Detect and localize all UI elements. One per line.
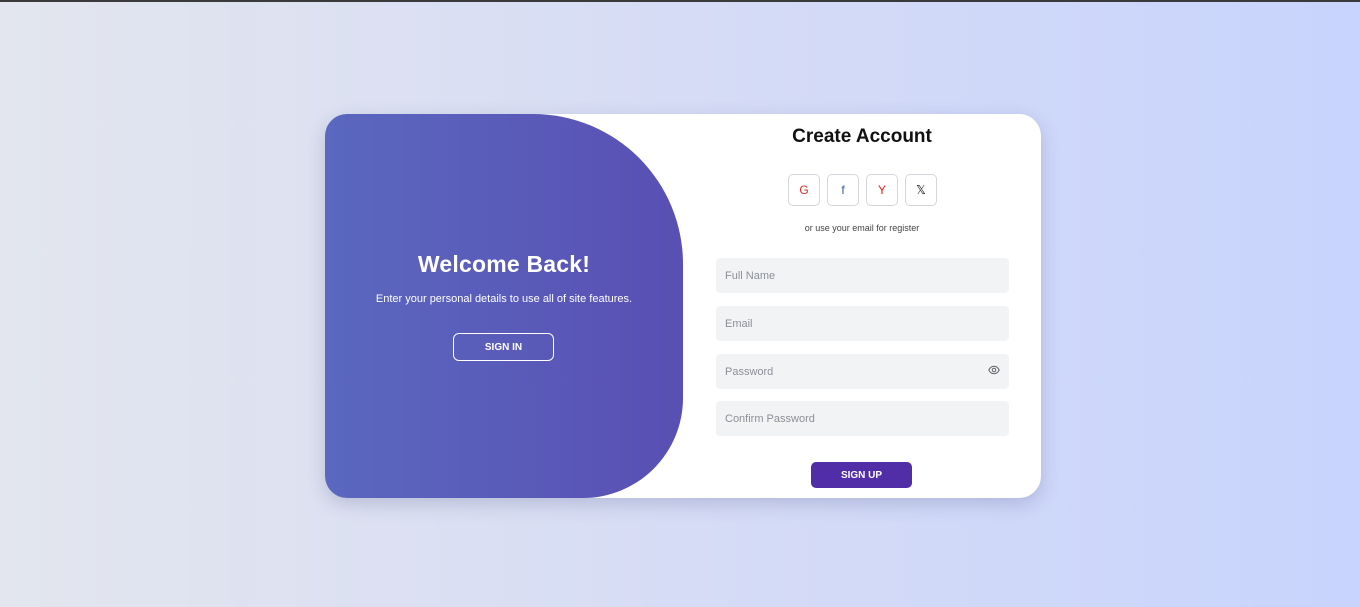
google-login-button[interactable]: G bbox=[788, 174, 820, 206]
auth-card: Welcome Back! Enter your personal detail… bbox=[325, 114, 1041, 498]
facebook-login-button[interactable]: f bbox=[827, 174, 859, 206]
welcome-panel: Welcome Back! Enter your personal detail… bbox=[325, 114, 683, 498]
sign-up-button[interactable]: SIGN UP bbox=[811, 462, 912, 488]
full-name-input[interactable] bbox=[716, 258, 1009, 293]
window-top-border bbox=[0, 0, 1360, 2]
x-icon: 𝕏 bbox=[916, 183, 926, 197]
x-login-button[interactable]: 𝕏 bbox=[905, 174, 937, 206]
show-password-eye-icon[interactable] bbox=[988, 364, 1000, 376]
yahoo-login-button[interactable]: Y bbox=[866, 174, 898, 206]
social-login-row: G f Y 𝕏 bbox=[788, 174, 937, 206]
google-icon: G bbox=[799, 183, 809, 197]
password-input[interactable] bbox=[716, 354, 1009, 389]
sign-in-button[interactable]: SIGN IN bbox=[453, 333, 554, 361]
email-input[interactable] bbox=[716, 306, 1009, 341]
create-account-title: Create Account bbox=[792, 126, 932, 147]
welcome-title: Welcome Back! bbox=[417, 251, 591, 277]
yahoo-icon: Y bbox=[877, 183, 886, 197]
welcome-text: Enter your personal details to use all o… bbox=[375, 293, 633, 305]
confirm-password-input[interactable] bbox=[716, 401, 1009, 436]
email-register-hint: or use your email for register bbox=[804, 223, 920, 233]
facebook-icon: f bbox=[841, 183, 845, 197]
